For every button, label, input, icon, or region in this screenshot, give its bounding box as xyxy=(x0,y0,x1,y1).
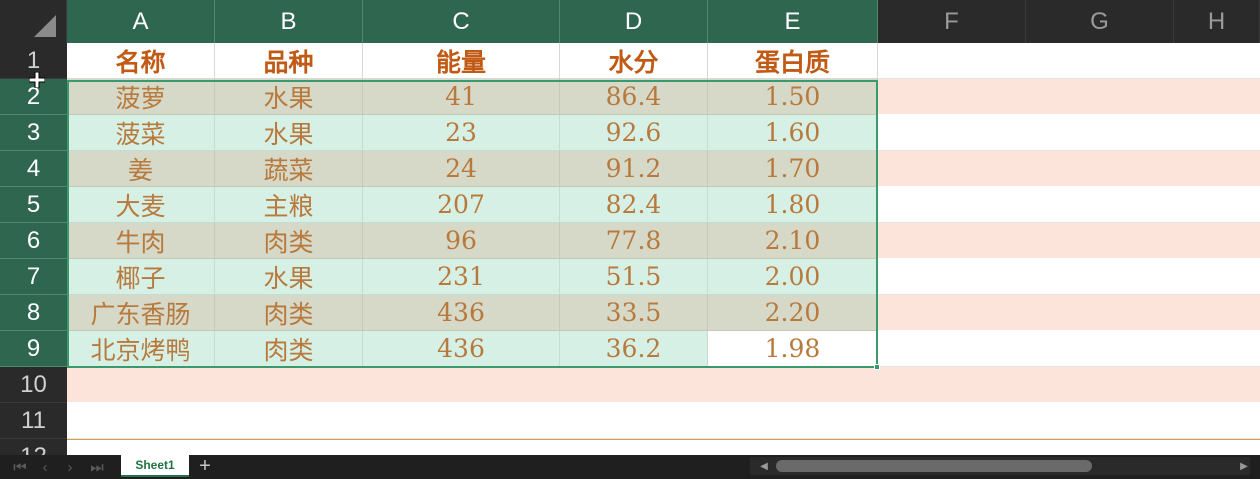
cell-d3[interactable]: 92.6 xyxy=(560,115,708,151)
cell-e3[interactable]: 1.60 xyxy=(708,115,878,151)
banded-empty-row[interactable] xyxy=(878,331,1260,367)
cell-d4[interactable]: 91.2 xyxy=(560,151,708,187)
column-header-g[interactable]: G xyxy=(1026,0,1174,43)
cell-b5[interactable]: 主粮 xyxy=(215,187,363,223)
next-sheet-icon[interactable]: › xyxy=(58,455,82,479)
cell-a6[interactable]: 牛肉 xyxy=(67,223,215,259)
row-header-9[interactable]: 9 xyxy=(0,331,67,367)
cell-c6[interactable]: 96 xyxy=(363,223,560,259)
cell-d5[interactable]: 82.4 xyxy=(560,187,708,223)
cell-b4[interactable]: 蔬菜 xyxy=(215,151,363,187)
row-header-10[interactable]: 10 xyxy=(0,367,67,403)
header-cell-b[interactable]: 品种 xyxy=(215,43,363,79)
add-sheet-button[interactable]: + xyxy=(195,455,215,477)
cell-c2[interactable]: 41 xyxy=(363,79,560,115)
cell-b6[interactable]: 肉类 xyxy=(215,223,363,259)
cell-a4[interactable]: 姜 xyxy=(67,151,215,187)
cell-e6[interactable]: 2.10 xyxy=(708,223,878,259)
empty-cells[interactable] xyxy=(878,43,1260,79)
cell-c5[interactable]: 207 xyxy=(363,187,560,223)
banded-empty-row[interactable] xyxy=(878,295,1260,331)
row-header-7[interactable]: 7 xyxy=(0,259,67,295)
header-cell-e[interactable]: 蛋白质 xyxy=(708,43,878,79)
cell-e9[interactable]: 1.98 xyxy=(708,331,878,367)
scroll-right-icon[interactable]: ▶ xyxy=(1236,457,1252,475)
cell-b2[interactable]: 水果 xyxy=(215,79,363,115)
cell-b9[interactable]: 肉类 xyxy=(215,331,363,367)
cell-a2[interactable]: 菠萝 xyxy=(67,79,215,115)
cell-c3[interactable]: 23 xyxy=(363,115,560,151)
row-header-8[interactable]: 8 xyxy=(0,295,67,331)
cell-a9[interactable]: 北京烤鸭 xyxy=(67,331,215,367)
scroll-left-icon[interactable]: ◀ xyxy=(756,457,772,475)
cell-d2[interactable]: 86.4 xyxy=(560,79,708,115)
sheet-tab[interactable]: Sheet1 xyxy=(121,455,189,477)
cell-c4[interactable]: 24 xyxy=(363,151,560,187)
banded-empty-row[interactable] xyxy=(878,151,1260,187)
column-header-d[interactable]: D xyxy=(560,0,708,43)
cell-b7[interactable]: 水果 xyxy=(215,259,363,295)
banded-empty-row[interactable] xyxy=(878,223,1260,259)
cell-b8[interactable]: 肉类 xyxy=(215,295,363,331)
cell-d6[interactable]: 77.8 xyxy=(560,223,708,259)
cell-a8[interactable]: 广东香肠 xyxy=(67,295,215,331)
cell-c9[interactable]: 436 xyxy=(363,331,560,367)
row-header-6[interactable]: 6 xyxy=(0,223,67,259)
column-header-e[interactable]: E xyxy=(708,0,878,43)
cell-a7[interactable]: 椰子 xyxy=(67,259,215,295)
row-header-5[interactable]: 5 xyxy=(0,187,67,223)
last-sheet-icon[interactable]: ⏭ xyxy=(85,455,109,479)
column-header-f[interactable]: F xyxy=(878,0,1026,43)
banded-empty-row[interactable] xyxy=(878,187,1260,223)
cell-e2[interactable]: 1.50 xyxy=(708,79,878,115)
cell-b3[interactable]: 水果 xyxy=(215,115,363,151)
scrollbar-thumb[interactable] xyxy=(776,460,1092,472)
banded-empty-row[interactable] xyxy=(878,79,1260,115)
column-header-a[interactable]: A xyxy=(67,0,215,43)
cell-cursor-icon xyxy=(29,72,45,88)
banded-empty-row[interactable] xyxy=(878,115,1260,151)
empty-row[interactable] xyxy=(67,367,1260,403)
column-header-c[interactable]: C xyxy=(363,0,560,43)
page-break-line xyxy=(67,439,1260,440)
select-all-corner[interactable] xyxy=(0,0,67,43)
row-header-4[interactable]: 4 xyxy=(0,151,67,187)
column-header-h[interactable]: H xyxy=(1174,0,1260,43)
cell-c7[interactable]: 231 xyxy=(363,259,560,295)
cell-e4[interactable]: 1.70 xyxy=(708,151,878,187)
column-header-b[interactable]: B xyxy=(215,0,363,43)
banded-empty-row[interactable] xyxy=(878,259,1260,295)
fill-handle[interactable] xyxy=(874,364,880,370)
cell-e8[interactable]: 2.20 xyxy=(708,295,878,331)
cell-d8[interactable]: 33.5 xyxy=(560,295,708,331)
cell-d7[interactable]: 51.5 xyxy=(560,259,708,295)
header-cell-d[interactable]: 水分 xyxy=(560,43,708,79)
first-sheet-icon[interactable]: ⏮ xyxy=(8,455,32,479)
cell-a3[interactable]: 菠菜 xyxy=(67,115,215,151)
row-header-3[interactable]: 3 xyxy=(0,115,67,151)
prev-sheet-icon[interactable]: ‹ xyxy=(33,455,57,479)
cell-e7[interactable]: 2.00 xyxy=(708,259,878,295)
cell-e5[interactable]: 1.80 xyxy=(708,187,878,223)
header-cell-c[interactable]: 能量 xyxy=(363,43,560,79)
cell-a5[interactable]: 大麦 xyxy=(67,187,215,223)
empty-row[interactable] xyxy=(67,403,1260,439)
row-header-11[interactable]: 11 xyxy=(0,403,67,439)
cell-d9[interactable]: 36.2 xyxy=(560,331,708,367)
header-cell-a[interactable]: 名称 xyxy=(67,43,215,79)
select-all-icon xyxy=(34,15,56,37)
cell-c8[interactable]: 436 xyxy=(363,295,560,331)
